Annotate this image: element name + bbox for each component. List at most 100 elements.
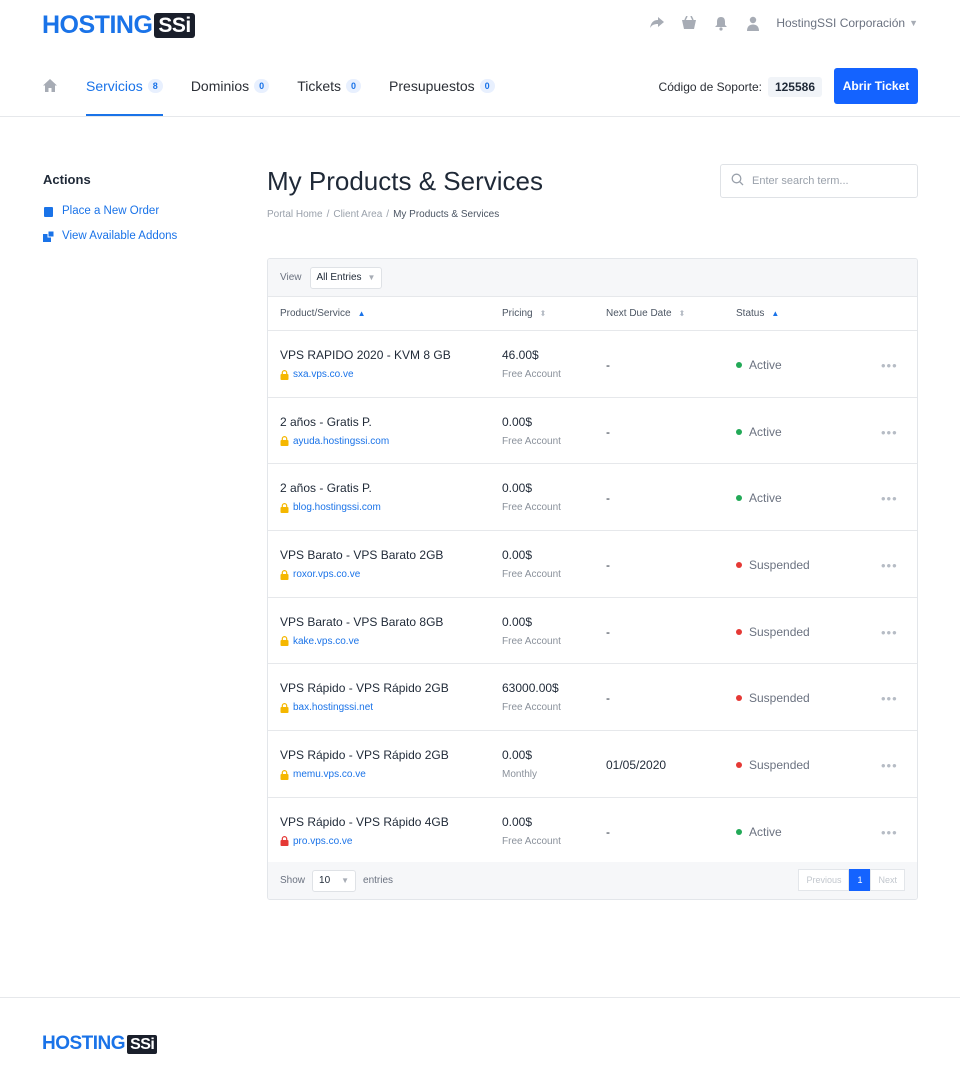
more-options-icon[interactable]: ••• bbox=[881, 691, 898, 706]
brand-logo[interactable]: HOSTING SSi bbox=[42, 11, 195, 40]
home-icon[interactable] bbox=[42, 78, 58, 94]
product-name: VPS Barato - VPS Barato 2GB bbox=[280, 548, 444, 563]
nav-item-tickets[interactable]: Tickets 0 bbox=[297, 78, 362, 116]
status-text: Suspended bbox=[749, 558, 810, 573]
more-options-icon[interactable]: ••• bbox=[881, 625, 898, 640]
breadcrumb: Portal Home / Client Area / My Products … bbox=[267, 209, 499, 220]
status-text: Active bbox=[749, 824, 782, 839]
user-icon[interactable] bbox=[744, 14, 762, 32]
product-name: VPS Barato - VPS Barato 8GB bbox=[280, 614, 444, 629]
domain-text: kake.vps.co.ve bbox=[293, 635, 360, 647]
table-row[interactable]: VPS Rápido - VPS Rápido 2GB memu.vps.co.v… bbox=[268, 731, 917, 798]
bell-icon[interactable] bbox=[712, 14, 730, 32]
view-label: View bbox=[280, 272, 302, 283]
domain-link[interactable]: roxor.vps.co.ve bbox=[280, 569, 360, 580]
basket-icon[interactable] bbox=[680, 14, 698, 32]
page-size-select[interactable]: 10 ▼ bbox=[312, 869, 357, 892]
status-text: Active bbox=[749, 424, 782, 439]
next-due-date: - bbox=[606, 491, 610, 506]
domain-link[interactable]: ayuda.hostingssi.com bbox=[280, 436, 389, 447]
more-options-icon[interactable]: ••• bbox=[881, 825, 898, 840]
next-due-date: - bbox=[606, 691, 610, 706]
header-actions: HostingSSI Corporación ▼ bbox=[648, 14, 918, 32]
more-options-icon[interactable]: ••• bbox=[881, 491, 898, 506]
next-due-date: 01/05/2020 bbox=[606, 758, 667, 773]
table-row[interactable]: 2 años - Gratis P. blog.hostingssi.com 0.0… bbox=[268, 464, 917, 532]
table-row[interactable]: VPS Barato - VPS Barato 2GB roxor.vps.co.… bbox=[268, 531, 917, 598]
footer-logo[interactable]: HOSTING SSi bbox=[42, 1033, 158, 1055]
price: 63000.00$ bbox=[502, 681, 559, 696]
nav-count-badge: 8 bbox=[147, 79, 163, 93]
product-name: VPS Rápido - VPS Rápido 4GB bbox=[280, 814, 449, 829]
status-dot-icon bbox=[736, 428, 742, 435]
product-name: 2 años - Gratis P. bbox=[280, 414, 372, 429]
more-options-icon[interactable]: ••• bbox=[881, 358, 898, 373]
share-icon[interactable] bbox=[648, 14, 666, 32]
top-bar: HOSTING SSi HostingSSI Corporación ▼ bbox=[0, 0, 960, 50]
nav-label: Presupuestos bbox=[389, 78, 475, 94]
column-header-status[interactable]: Status ▲ bbox=[736, 308, 779, 319]
column-label: Status bbox=[736, 308, 765, 319]
next-due-date: - bbox=[606, 824, 610, 839]
pagination-previous[interactable]: Previous bbox=[798, 869, 850, 891]
product-name: 2 años - Gratis P. bbox=[280, 481, 372, 496]
pagination-page-1[interactable]: 1 bbox=[849, 869, 871, 891]
domain-text: roxor.vps.co.ve bbox=[293, 569, 361, 581]
breadcrumb-client-area[interactable]: Client Area bbox=[333, 209, 382, 220]
billing-cycle: Free Account bbox=[502, 369, 561, 380]
domain-link[interactable]: memu.vps.co.ve bbox=[280, 769, 366, 780]
column-header-pricing[interactable]: Pricing ⬍ bbox=[502, 308, 546, 319]
lock-icon bbox=[280, 836, 289, 847]
column-header-due-date[interactable]: Next Due Date ⬍ bbox=[606, 308, 685, 319]
nav-label: Dominios bbox=[190, 78, 250, 94]
lock-icon bbox=[280, 436, 289, 447]
nav-item-presupuestos[interactable]: Presupuestos 0 bbox=[389, 78, 495, 116]
sort-icon: ▲ bbox=[771, 309, 780, 318]
sidebar-item-place-order[interactable]: Place a New Order bbox=[43, 205, 233, 217]
sort-icon: ⬍ bbox=[678, 309, 686, 318]
nav-count-badge: 0 bbox=[254, 79, 270, 93]
domain-link[interactable]: kake.vps.co.ve bbox=[280, 636, 359, 647]
status-badge: Active bbox=[736, 825, 782, 839]
status-dot-icon bbox=[736, 362, 742, 368]
main-nav: Servicios 8 Dominios 0 Tickets 0 Presupu… bbox=[0, 50, 960, 117]
nav-count-badge: 0 bbox=[346, 79, 362, 93]
show-label: Show bbox=[280, 875, 306, 886]
billing-cycle: Free Account bbox=[502, 569, 561, 581]
open-ticket-button[interactable]: Abrir Ticket bbox=[834, 68, 918, 104]
search-box[interactable] bbox=[720, 164, 918, 198]
table-row[interactable]: VPS Rápido - VPS Rápido 2GB bax.hostingss… bbox=[268, 664, 917, 732]
pagination-next[interactable]: Next bbox=[870, 869, 905, 891]
more-options-icon[interactable]: ••• bbox=[881, 558, 898, 573]
status-dot-icon bbox=[736, 495, 742, 502]
support-label: Código de Soporte: bbox=[658, 80, 762, 94]
status-badge: Suspended bbox=[736, 758, 810, 772]
nav-label: Tickets bbox=[297, 78, 342, 94]
user-menu[interactable]: HostingSSI Corporación bbox=[776, 16, 905, 30]
table-row[interactable]: 2 años - Gratis P. ayuda.hostingssi.com 0.… bbox=[268, 398, 917, 465]
lock-icon bbox=[280, 569, 289, 580]
nav-item-servicios[interactable]: Servicios 8 bbox=[86, 78, 163, 116]
billing-cycle: Free Account bbox=[502, 835, 561, 847]
breadcrumb-portal-home[interactable]: Portal Home bbox=[267, 209, 323, 220]
logo-text: HOSTING bbox=[42, 1033, 126, 1054]
search-input[interactable] bbox=[752, 175, 902, 187]
domain-text: blog.hostingssi.com bbox=[293, 502, 381, 514]
more-options-icon[interactable]: ••• bbox=[881, 758, 898, 773]
view-filter-select[interactable]: All Entries ▼ bbox=[309, 266, 383, 289]
nav-item-dominios[interactable]: Dominios 0 bbox=[190, 78, 270, 116]
sidebar-title: Actions bbox=[43, 172, 91, 187]
sidebar-item-view-addons[interactable]: View Available Addons bbox=[43, 230, 233, 242]
more-options-icon[interactable]: ••• bbox=[881, 425, 898, 440]
domain-link[interactable]: sxa.vps.co.ve bbox=[280, 369, 354, 380]
table-row[interactable]: VPS RAPIDO 2020 - KVM 8 GB sxa.vps.co.ve 4… bbox=[268, 331, 917, 398]
domain-link[interactable]: pro.vps.co.ve bbox=[280, 836, 352, 847]
table-footer: Show 10 ▼ entries Previous 1 Next bbox=[268, 862, 917, 899]
domain-link[interactable]: bax.hostingssi.net bbox=[280, 702, 373, 713]
column-label: Next Due Date bbox=[606, 308, 672, 319]
table-row[interactable]: VPS Rápido - VPS Rápido 4GB pro.vps.co.ve… bbox=[268, 798, 917, 865]
domain-link[interactable]: blog.hostingssi.com bbox=[280, 502, 381, 513]
column-label: Product/Service bbox=[280, 308, 351, 319]
table-row[interactable]: VPS Barato - VPS Barato 8GB kake.vps.co.v… bbox=[268, 598, 917, 665]
column-header-product[interactable]: Product/Service ▲ bbox=[280, 308, 366, 319]
